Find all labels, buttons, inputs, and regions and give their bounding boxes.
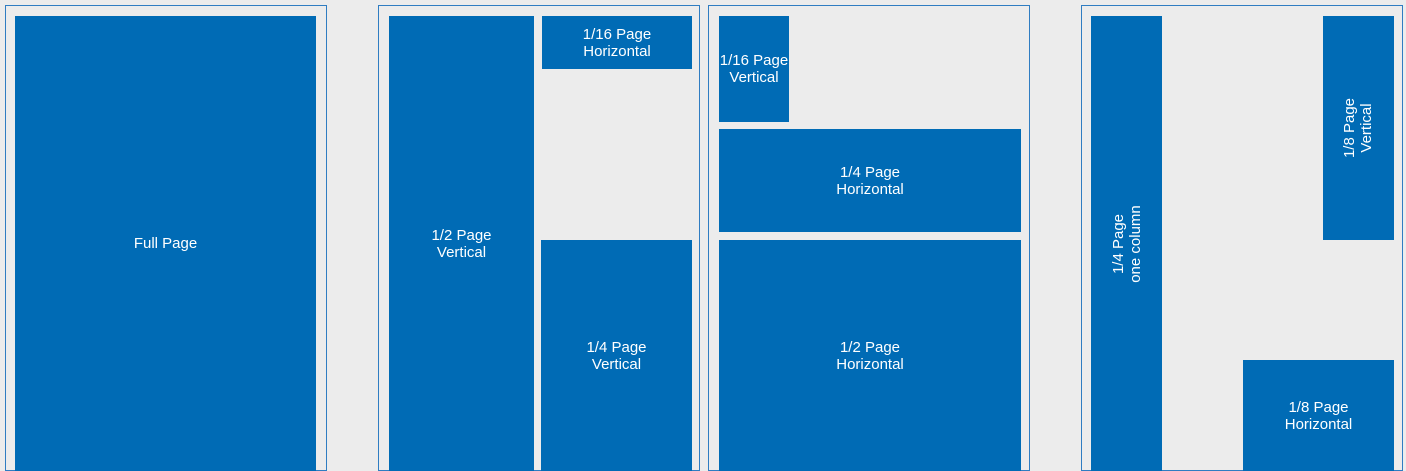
ad-label-line1: 1/2 Page	[839, 338, 901, 356]
ad-label-line2: Horizontal	[1284, 415, 1353, 433]
ad-label-line1: 1/4 Page	[839, 163, 901, 181]
ad-label-line1: Full Page	[133, 235, 198, 252]
ad-label-line2: Horizontal	[836, 180, 904, 198]
ad-label: 1/4 Page Horizontal	[836, 164, 904, 198]
ad-label-line1: 1/4 Page	[586, 338, 647, 356]
ad-quarter-page-one-column: 1/4 Page one column	[1091, 16, 1162, 471]
ad-label: 1/8 Page Vertical	[1342, 98, 1376, 158]
ad-full-page: Full Page	[15, 16, 316, 471]
ad-eighth-page-horizontal: 1/8 Page Horizontal	[1243, 360, 1394, 471]
ad-label-line2: Vertical	[1358, 103, 1376, 153]
ad-label-line2: Vertical	[729, 69, 779, 86]
ad-quarter-page-vertical: 1/4 Page Vertical	[541, 240, 692, 471]
ad-label: 1/4 Page Vertical	[586, 339, 646, 373]
ad-label-line1: 1/8 Page	[1288, 398, 1349, 416]
ad-label: 1/16 Page Horizontal	[583, 26, 651, 60]
ad-eighth-page-vertical: 1/8 Page Vertical	[1323, 16, 1394, 240]
ad-label: 1/2 Page Horizontal	[836, 339, 904, 373]
ad-label: Full Page	[134, 235, 197, 252]
ad-label-line2: Vertical	[436, 243, 487, 261]
ad-quarter-page-horizontal: 1/4 Page Horizontal	[719, 129, 1021, 232]
ad-label-line2: Vertical	[591, 355, 642, 373]
ad-label-line2: Horizontal	[836, 355, 904, 373]
ad-half-page-vertical: 1/2 Page Vertical	[389, 16, 534, 471]
ad-sixteenth-page-vertical: 1/16 Page Vertical	[719, 16, 789, 122]
ad-label: 1/2 Page Vertical	[431, 227, 491, 261]
ad-label-line2: Horizontal	[583, 42, 651, 60]
ad-label: 1/16 Page Vertical	[720, 52, 788, 86]
ad-label-line1: 1/16 Page	[719, 52, 789, 69]
ad-label-line1: 1/8 Page	[1341, 97, 1359, 159]
ad-label: 1/8 Page Horizontal	[1285, 399, 1353, 433]
ad-label-line2: one column	[1126, 204, 1144, 283]
ad-label: 1/4 Page one column	[1110, 205, 1144, 283]
ad-label-line1: 1/4 Page	[1109, 213, 1127, 274]
ad-sixteenth-page-horizontal: 1/16 Page Horizontal	[542, 16, 692, 69]
ad-half-page-horizontal: 1/2 Page Horizontal	[719, 240, 1021, 471]
ad-label-line1: 1/16 Page	[582, 25, 652, 43]
ad-label-line1: 1/2 Page	[431, 226, 492, 244]
